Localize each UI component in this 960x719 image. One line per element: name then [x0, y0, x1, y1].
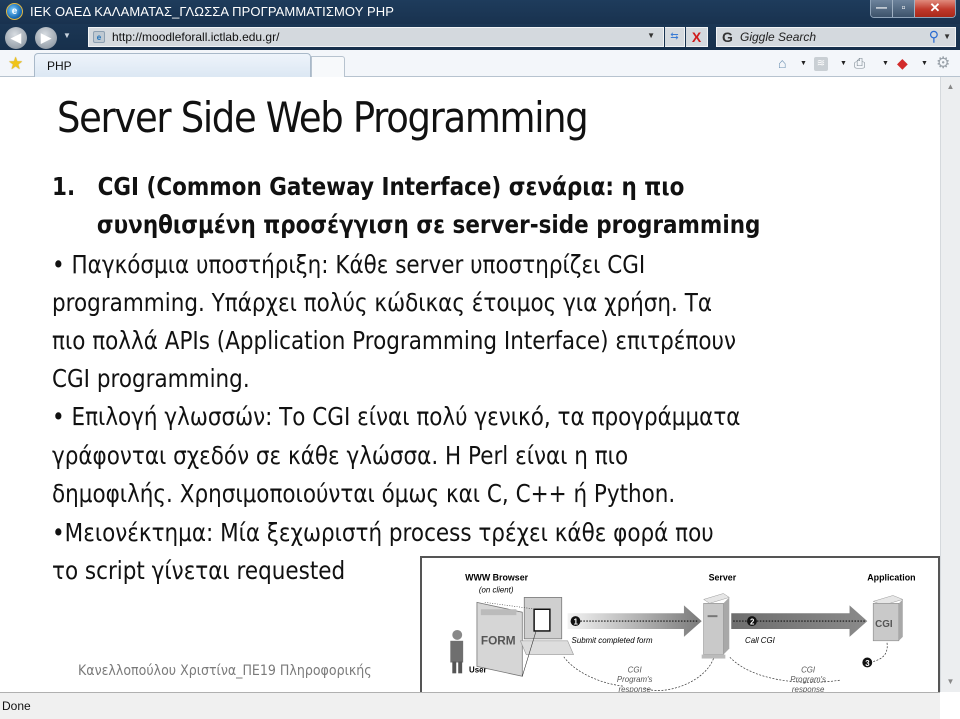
search-engine-icon: G	[722, 29, 733, 45]
back-button[interactable]: ◀	[5, 27, 27, 49]
search-icon[interactable]: ⚲	[929, 28, 939, 45]
window-controls: — ▫ ✕	[870, 0, 956, 18]
address-input[interactable]: http://moodleforall.ictlab.edu.gr/	[112, 30, 279, 44]
slide-footer: Κανελλοπούλου Χριστίνα_ΠΕ19 Πληροφορικής	[78, 663, 372, 679]
status-bar: Done	[0, 692, 940, 719]
site-favicon-icon: e	[93, 31, 105, 43]
response-1-line-1: CGI	[628, 665, 643, 674]
vertical-scrollbar[interactable]: ▲ ▼	[940, 77, 960, 692]
print-dropdown-icon[interactable]: ▼	[882, 60, 889, 67]
step-3-marker: 3	[865, 659, 870, 668]
slide-line: γράφονται σχεδόν σε κάθε γλώσσα. Η Perl …	[52, 441, 629, 470]
slide-line: • Επιλογή γλωσσών: Το CGI είναι πολύ γεν…	[52, 402, 741, 431]
step-2-marker: 2	[750, 618, 755, 627]
response-2-line-1: CGI	[801, 665, 816, 674]
search-options-dropdown-icon[interactable]: ▼	[943, 32, 951, 41]
scroll-down-arrow-icon[interactable]: ▼	[941, 674, 960, 690]
ie-logo-icon: e	[6, 3, 23, 20]
slide-line: πιο πολλά APIs (Application Programming …	[52, 326, 736, 355]
minimize-button[interactable]: —	[871, 0, 893, 17]
form-label: FORM	[481, 634, 516, 648]
response-1-line-3: response	[618, 685, 651, 692]
safety-dropdown-icon[interactable]: ▼	[921, 60, 928, 67]
home-dropdown-icon[interactable]: ▼	[800, 60, 807, 67]
browser-label: WWW Browser	[465, 573, 529, 583]
window-title-bar: e ΙΕΚ ΟΑΕΔ ΚΑΛΑΜΑΤΑΣ_ΓΛΩΣΣΑ ΠΡΟΓΡΑΜΜΑΤΙΣ…	[0, 0, 960, 24]
stop-button[interactable]: X	[686, 27, 708, 47]
server-icon	[701, 593, 730, 659]
slide-line: •Μειονέκτημα: Μία ξεχωριστή process τρέχ…	[52, 518, 714, 547]
page-content: Server Side Web Programming 1. CGI (Comm…	[0, 77, 940, 692]
user-figure-icon	[450, 629, 464, 674]
slide-line: δημοφιλής. Χρησιμοποιούνται όμως και C, …	[52, 479, 676, 508]
slide-line: CGI programming.	[52, 364, 250, 393]
navigation-bar: ◀ ▶ ▼ e http://moodleforall.ictlab.edu.g…	[0, 24, 960, 50]
response-2-line-3: response	[792, 685, 825, 692]
search-input[interactable]: Giggle Search	[740, 30, 816, 44]
window-title: ΙΕΚ ΟΑΕΔ ΚΑΛΑΜΑΤΑΣ_ΓΛΩΣΣΑ ΠΡΟΓΡΑΜΜΑΤΙΣΜΟ…	[30, 4, 394, 19]
tab-php[interactable]: PHP	[34, 53, 311, 78]
status-text: Done	[2, 699, 31, 713]
slide-title: Server Side Web Programming	[57, 93, 589, 142]
tab-bar: ★ PHP ⌂ ▼ ≋ ▼ ⎙ ▼ ◆ ▼ ⚙	[0, 50, 960, 78]
recent-pages-dropdown[interactable]: ▼	[63, 31, 71, 40]
response-2-line-2: Program's	[790, 675, 826, 684]
application-label: Application	[867, 573, 915, 583]
slide-line: programming. Υπάρχει πολύς κώδικας έτοιμ…	[52, 288, 713, 317]
favorites-star-icon[interactable]: ★	[8, 54, 23, 74]
address-bar[interactable]: e http://moodleforall.ictlab.edu.gr/ ▼	[88, 27, 664, 47]
tab-label: PHP	[47, 59, 72, 73]
slide-line: 1. CGI (Common Gateway Interface) σενάρι…	[52, 172, 685, 201]
step-2-label: Call CGI	[745, 636, 776, 645]
slide-line: • Παγκόσμια υποστήριξη: Κάθε server υποσ…	[52, 250, 646, 279]
search-box[interactable]: G Giggle Search ⚲ ▼	[716, 27, 956, 47]
scroll-up-arrow-icon[interactable]: ▲	[941, 79, 960, 95]
forward-button[interactable]: ▶	[35, 27, 57, 49]
feeds-dropdown-icon[interactable]: ▼	[840, 60, 847, 67]
browser-form-icon: FORM	[476, 601, 523, 677]
submit-form-arrow: 1	[567, 605, 702, 637]
safety-shield-icon[interactable]: ◆	[897, 55, 908, 72]
cgi-application-icon: CGI	[872, 595, 904, 642]
maximize-button[interactable]: ▫	[893, 0, 915, 17]
cgi-box-label: CGI	[875, 619, 893, 630]
refresh-button[interactable]: ⇆	[665, 27, 685, 47]
print-icon[interactable]: ⎙	[854, 55, 865, 72]
home-icon[interactable]: ⌂	[778, 55, 786, 71]
cgi-diagram: WWW Browser (on client) Server Applicati…	[420, 556, 940, 692]
response-1-line-2: Program's	[617, 675, 653, 684]
browser-sublabel: (on client)	[479, 586, 514, 595]
close-button[interactable]: ✕	[915, 0, 955, 17]
feeds-icon[interactable]: ≋	[814, 57, 828, 71]
call-cgi-arrow: 2	[731, 605, 868, 637]
tools-gear-icon[interactable]: ⚙	[936, 53, 950, 73]
slide-line: το script γίνεται requested	[52, 556, 346, 585]
slide-line: συνηθισμένη προσέγγιση σε server-side pr…	[52, 210, 761, 239]
server-label: Server	[709, 573, 737, 583]
step-1-marker: 1	[574, 618, 579, 627]
address-dropdown-icon[interactable]: ▼	[647, 31, 655, 40]
step-1-label: Submit completed form	[572, 636, 653, 645]
new-tab-button[interactable]	[311, 56, 345, 78]
